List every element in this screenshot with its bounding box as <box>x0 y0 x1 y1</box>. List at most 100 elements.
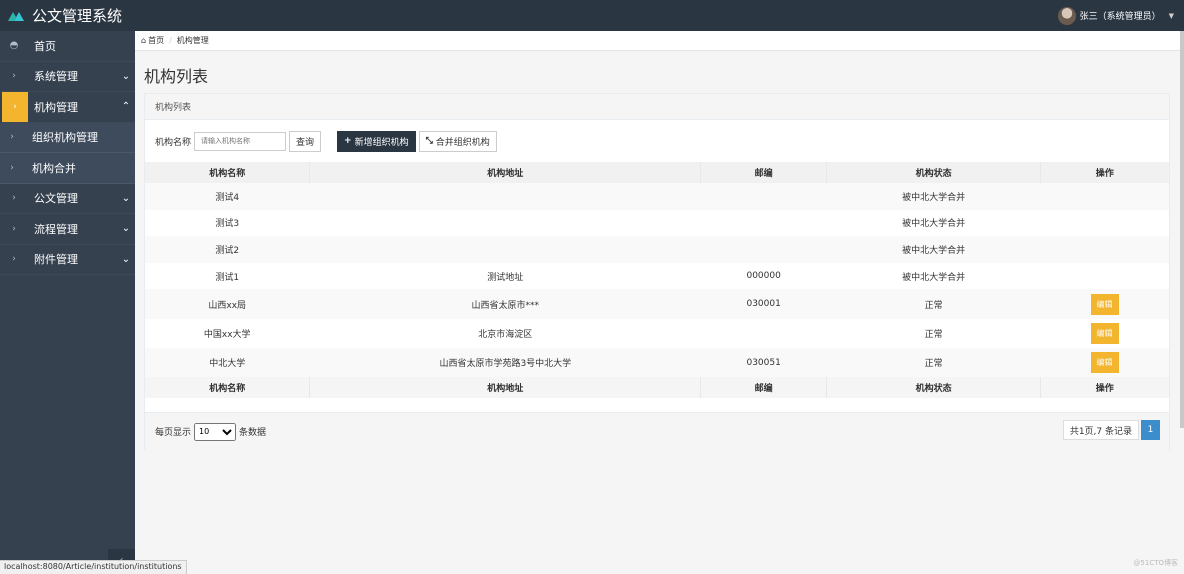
sidebar-item-system[interactable]: › 系统管理 ⌄ <box>0 62 135 92</box>
pagination-info: 共1页,7 条记录 <box>1062 420 1139 440</box>
column-footer: 机构名称 <box>145 377 311 399</box>
status-bar-url: localhost:8080/Article/institution/insti… <box>0 560 187 574</box>
cell-address <box>310 210 701 237</box>
cell-zip: 030001 <box>746 299 781 310</box>
cell-address: 山西省太原市学苑路3号中北大学 <box>439 359 572 370</box>
brand[interactable]: 公文管理系统 <box>0 0 122 31</box>
column-header[interactable]: 机构名称 <box>145 162 311 183</box>
cell-name: 中北大学 <box>209 359 246 370</box>
chevron-right-icon: › <box>10 162 14 173</box>
search-button[interactable]: 查询 <box>289 130 322 152</box>
cell-zip <box>701 183 827 210</box>
column-header[interactable]: 机构地址 <box>309 162 702 183</box>
column-header: 操作 <box>1040 162 1169 183</box>
edit-button[interactable]: 编辑 <box>1090 322 1119 344</box>
cell-zip: 030051 <box>746 357 781 368</box>
page-button[interactable]: 1 <box>1141 420 1160 440</box>
chevron-right-icon: › <box>12 71 16 82</box>
table-row: 测试2 被中北大学合并 <box>145 236 1169 263</box>
cell-zip <box>701 210 827 237</box>
page-scrollbar[interactable] <box>1180 31 1184 428</box>
cell-action <box>1041 236 1169 263</box>
sidebar-subitem-org-manage[interactable]: › 组织机构管理 <box>0 122 135 153</box>
user-menu[interactable]: 张三（系统管理员） ▼ <box>1057 0 1174 31</box>
compress-icon: ⤡ <box>425 136 433 146</box>
breadcrumb-home[interactable]: 首页 <box>148 35 164 46</box>
cell-status: 被中北大学合并 <box>902 245 966 256</box>
chevron-down-icon: ⌄ <box>121 223 131 235</box>
sidebar-subitem-org-merge[interactable]: › 机构合并 <box>0 153 135 184</box>
cell-address: 北京市海淀区 <box>478 329 533 340</box>
cell-status: 被中北大学合并 <box>902 219 966 230</box>
sidebar-item-workflow[interactable]: › 流程管理 ⌄ <box>0 214 135 245</box>
chevron-down-icon: ⌄ <box>121 192 131 204</box>
column-footer: 机构状态 <box>826 377 1042 399</box>
cell-address <box>310 236 701 263</box>
home-icon: ⌂ <box>141 36 147 45</box>
plus-icon: + <box>344 136 352 146</box>
cell-status: 正常 <box>924 359 943 370</box>
column-footer: 操作 <box>1040 377 1169 399</box>
main-content: ⌂ 首页 / 机构管理 机构列表 机构列表 机构名称 查询 + 新增组织机构 ⤡… <box>135 31 1184 574</box>
panel-heading: 机构列表 <box>145 94 1169 120</box>
edit-button[interactable]: 编辑 <box>1090 352 1119 374</box>
chevron-down-icon: ⌄ <box>121 70 131 82</box>
add-org-label: 新增组织机构 <box>354 137 409 148</box>
cell-action: 编辑 <box>1041 319 1169 348</box>
table-row: 测试3 被中北大学合并 <box>145 209 1169 237</box>
sidebar-item-label: 流程管理 <box>34 222 78 236</box>
user-name: 张三（系统管理员） <box>1079 12 1161 22</box>
chevron-right-icon: › <box>12 254 16 265</box>
cell-name: 中国xx大学 <box>203 329 251 340</box>
table-row: 中北大学 山西省太原市学苑路3号中北大学 030051 正常 编辑 <box>145 347 1169 378</box>
logo-icon <box>8 11 24 21</box>
merge-org-button[interactable]: ⤡ 合并组织机构 <box>418 130 497 152</box>
cell-status: 被中北大学合并 <box>902 272 966 283</box>
cell-name: 测试2 <box>215 245 240 256</box>
per-page-label: 每页显示 <box>155 428 192 438</box>
cell-action: 编辑 <box>1041 289 1169 318</box>
sidebar-item-label: 机构管理 <box>34 100 78 114</box>
table-header-row: 机构名称 机构地址 邮编 机构状态 操作 <box>145 162 1169 183</box>
table-row: 中国xx大学 北京市海淀区 正常 编辑 <box>145 318 1169 348</box>
per-page-suffix: 条数据 <box>239 428 267 438</box>
sidebar-item-label: 附件管理 <box>34 253 78 267</box>
cell-address <box>310 183 701 210</box>
dashboard-icon: ◓ <box>9 40 19 52</box>
breadcrumb: ⌂ 首页 / 机构管理 <box>135 31 1184 51</box>
column-header[interactable]: 机构状态 <box>826 162 1042 183</box>
top-bar: 公文管理系统 张三（系统管理员） ▼ <box>0 0 1184 31</box>
edit-button[interactable]: 编辑 <box>1090 293 1119 315</box>
toolbar: 机构名称 查询 + 新增组织机构 ⤡ 合并组织机构 <box>145 120 1169 162</box>
cell-name: 测试4 <box>215 192 240 203</box>
sidebar-item-institution[interactable]: › 机构管理 ⌃ <box>0 92 135 123</box>
add-org-button[interactable]: + 新增组织机构 <box>337 130 416 152</box>
sidebar-item-label: 公文管理 <box>34 192 78 206</box>
sidebar-item-home[interactable]: ◓ 首页 <box>0 31 135 62</box>
chevron-right-icon: › <box>12 193 16 204</box>
cell-status: 被中北大学合并 <box>902 192 966 203</box>
app-title: 公文管理系统 <box>32 7 123 25</box>
column-footer: 邮编 <box>700 377 828 399</box>
sidebar-item-label: 组织机构管理 <box>32 131 98 145</box>
table-row: 测试4 被中北大学合并 <box>145 183 1169 210</box>
cell-action <box>1041 210 1169 237</box>
search-input[interactable] <box>194 131 287 151</box>
sidebar-item-documents[interactable]: › 公文管理 ⌄ <box>0 184 135 214</box>
cell-status: 正常 <box>924 329 943 340</box>
cell-name: 测试3 <box>215 219 240 230</box>
column-header[interactable]: 邮编 <box>700 162 828 183</box>
caret-down-icon: ▼ <box>1168 11 1174 20</box>
per-page-select[interactable]: 10 <box>194 422 237 441</box>
cell-name: 测试1 <box>215 272 240 283</box>
pagination-bar: 每页显示 10 条数据 共1页,7 条记录 1 <box>145 412 1169 450</box>
chevron-right-icon: › <box>12 223 16 234</box>
table-footer-row: 机构名称 机构地址 邮编 机构状态 操作 <box>145 377 1169 399</box>
search-label: 机构名称 <box>155 137 192 148</box>
breadcrumb-current[interactable]: 机构管理 <box>177 35 209 46</box>
watermark: @51CTO博客 <box>1133 559 1178 567</box>
sidebar-item-attachments[interactable]: › 附件管理 ⌄ <box>0 245 135 275</box>
cell-zip <box>701 319 827 348</box>
sidebar-item-label: 首页 <box>34 39 56 53</box>
chevron-right-icon: › <box>2 92 28 122</box>
